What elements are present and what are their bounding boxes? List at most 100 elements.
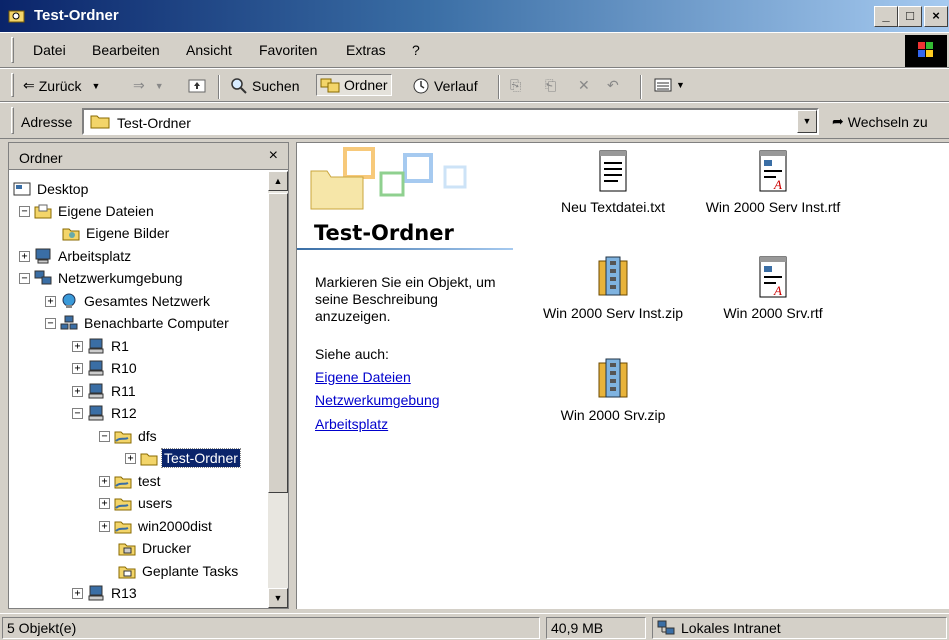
expand-icon[interactable]: + (19, 250, 30, 262)
maximize-button[interactable]: □ (898, 6, 922, 27)
see-also-label: Siehe auch: (315, 346, 389, 362)
file-item[interactable]: A Win 2000 Serv Inst.rtf (693, 149, 853, 215)
folder-banner-icon (310, 147, 467, 210)
dropdown-arrow-icon[interactable]: ▼ (155, 81, 164, 91)
close-button[interactable]: × (924, 6, 948, 27)
menu-datei[interactable]: Datei (33, 42, 66, 58)
intranet-zone-icon (657, 620, 675, 635)
folders-button[interactable]: Ordner (316, 74, 392, 96)
expand-icon[interactable]: + (72, 385, 83, 397)
tree-item-test-ordner[interactable]: + Test-Ordner (125, 448, 241, 468)
undo-button[interactable]: ↶ (607, 77, 619, 94)
search-button[interactable]: Suchen (230, 77, 299, 95)
copy-to-icon: ⎗ (545, 77, 557, 93)
folder-tree-scrollbar[interactable]: ▲ ▼ (268, 171, 288, 608)
content-pane: Test-Ordner Markieren Sie ein Objekt, um… (296, 142, 949, 609)
tree-item-drucker[interactable]: Drucker (118, 538, 193, 558)
menu-help[interactable]: ? (412, 42, 420, 58)
tree-item-netzwerkumgebung[interactable]: − Netzwerkumgebung (19, 268, 185, 288)
collapse-icon[interactable]: − (99, 430, 110, 442)
back-button[interactable]: ⇐ Zurück ▼ (23, 77, 100, 94)
menu-grip[interactable] (11, 37, 14, 63)
file-item[interactable]: Neu Textdatei.txt (533, 149, 693, 215)
tree-item-gesamtes-netzwerk[interactable]: + Gesamtes Netzwerk (45, 291, 212, 311)
rtf-file-icon: A (759, 150, 787, 192)
move-to-button[interactable]: ⎘ (510, 77, 521, 94)
history-icon (413, 78, 429, 94)
tree-item-win2000dist[interactable]: + win2000dist (99, 516, 214, 536)
file-item[interactable]: A Win 2000 Srv.rtf (693, 255, 853, 321)
tree-item-users[interactable]: + users (99, 493, 174, 513)
toolbar-grip[interactable] (11, 73, 14, 97)
tree-item-r11[interactable]: + R11 (72, 381, 138, 401)
tree-item-dfs[interactable]: − dfs (99, 426, 159, 446)
tree-item-r10[interactable]: + R10 (72, 358, 139, 378)
tree-item-eigene-bilder[interactable]: Eigene Bilder (62, 223, 171, 243)
scroll-up-button[interactable]: ▲ (268, 171, 288, 191)
go-button[interactable]: ➦ Wechseln zu (832, 113, 928, 130)
address-bar: Adresse Test-Ordner ▼ ➦ Wechseln zu (0, 102, 949, 139)
folder-search-icon (8, 10, 25, 23)
expand-icon[interactable]: + (72, 340, 83, 352)
views-button[interactable]: ▼ (654, 77, 685, 93)
copy-to-button[interactable]: ⎗ (545, 77, 556, 94)
folder-pane-close-button[interactable]: × (269, 147, 278, 165)
address-dropdown-button[interactable]: ▼ (797, 110, 817, 133)
shared-folder-icon (114, 431, 132, 444)
shared-folder-icon (114, 498, 132, 511)
expand-icon[interactable]: + (99, 520, 110, 532)
tree-item-arbeitsplatz[interactable]: + Arbeitsplatz (19, 246, 133, 266)
history-button[interactable]: Verlauf (412, 77, 478, 95)
tree-item-test[interactable]: + test (99, 471, 163, 491)
entire-network-icon (62, 293, 76, 308)
minimize-button[interactable]: _ (874, 6, 898, 27)
scroll-thumb[interactable] (268, 193, 288, 493)
expand-icon[interactable]: + (45, 295, 56, 307)
expand-icon[interactable]: + (99, 475, 110, 487)
folder-open-icon (140, 453, 158, 466)
tree-item-r12[interactable]: − R12 (72, 403, 139, 423)
file-item[interactable]: Win 2000 Srv.zip (533, 357, 693, 423)
my-computer-icon (35, 248, 51, 264)
computer-icon (88, 338, 104, 354)
up-folder-button[interactable] (188, 77, 206, 93)
address-grip[interactable] (11, 107, 14, 134)
zip-file-icon (598, 256, 628, 296)
computer-icon (88, 360, 104, 376)
toolbar-separator (218, 75, 220, 99)
link-netzwerkumgebung[interactable]: Netzwerkumgebung (315, 392, 440, 408)
collapse-icon[interactable]: − (19, 272, 30, 284)
tree-item-r1[interactable]: + R1 (72, 336, 131, 356)
menu-extras[interactable]: Extras (346, 42, 386, 58)
delete-button[interactable]: ✕ (578, 77, 590, 94)
scheduled-tasks-folder-icon (118, 566, 136, 579)
link-eigene-dateien[interactable]: Eigene Dateien (315, 369, 411, 385)
tree-item-eigene-dateien[interactable]: − Eigene Dateien (19, 201, 156, 221)
folder-pane-header: Ordner × (9, 143, 288, 170)
expand-icon[interactable]: + (72, 362, 83, 374)
file-name: Win 2000 Serv Inst.zip (542, 305, 684, 321)
status-size: 40,9 MB (546, 617, 646, 639)
tree-item-benachbarte-computer[interactable]: − Benachbarte Computer (45, 313, 231, 333)
forward-button[interactable]: ⇒ ▼ (133, 77, 164, 94)
menu-favoriten[interactable]: Favoriten (259, 42, 317, 58)
tree-item-desktop[interactable]: Desktop (13, 179, 90, 199)
dropdown-arrow-icon[interactable]: ▼ (92, 81, 101, 91)
menu-ansicht[interactable]: Ansicht (186, 42, 232, 58)
address-input[interactable]: Test-Ordner ▼ (82, 108, 819, 135)
status-zone: Lokales Intranet (652, 617, 947, 639)
scroll-down-button[interactable]: ▼ (268, 588, 288, 608)
tree-item-r13[interactable]: + R13 (72, 583, 139, 603)
collapse-icon[interactable]: − (19, 205, 30, 217)
file-item[interactable]: Win 2000 Serv Inst.zip (533, 255, 693, 321)
expand-icon[interactable]: + (99, 497, 110, 509)
collapse-icon[interactable]: − (45, 317, 56, 329)
move-to-icon: ⎘ (510, 77, 522, 93)
link-arbeitsplatz[interactable]: Arbeitsplatz (315, 416, 388, 432)
collapse-icon[interactable]: − (72, 407, 83, 419)
my-pictures-icon (62, 228, 80, 241)
expand-icon[interactable]: + (125, 452, 136, 464)
menu-bearbeiten[interactable]: Bearbeiten (92, 42, 160, 58)
expand-icon[interactable]: + (72, 587, 83, 599)
tree-item-geplante-tasks[interactable]: Geplante Tasks (118, 561, 240, 581)
